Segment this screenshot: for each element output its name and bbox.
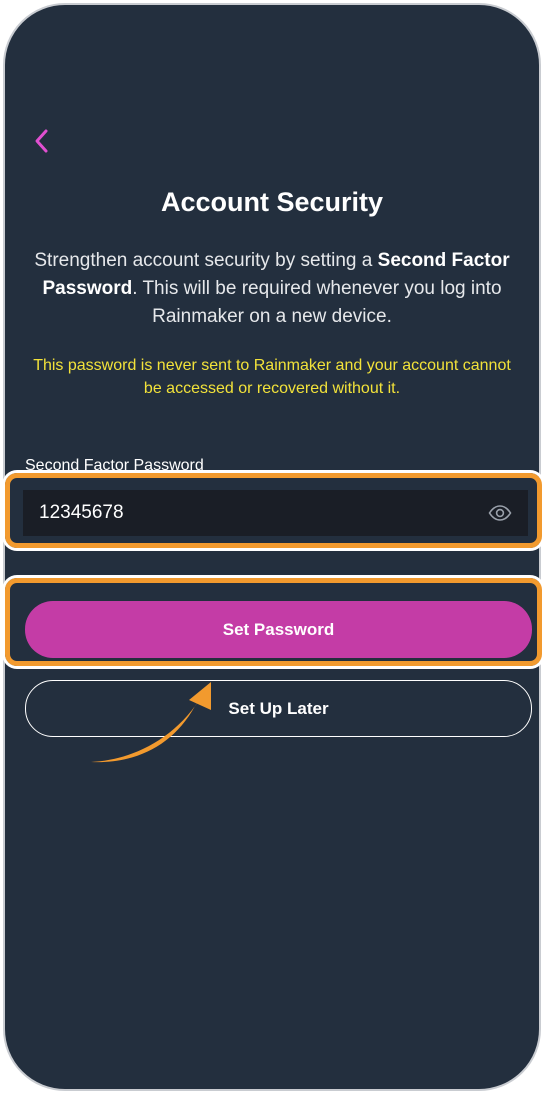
- intro-text-part-1: Strengthen account security by setting a: [34, 250, 378, 271]
- intro-text: Strengthen account security by setting a…: [29, 247, 515, 331]
- set-password-highlight: [5, 578, 542, 666]
- chevron-left-icon: [35, 129, 48, 153]
- page-title: Account Security: [160, 187, 384, 217]
- warning-text: This password is never sent to Rainmaker…: [33, 357, 511, 397]
- back-button[interactable]: [27, 123, 57, 159]
- password-input-highlight: [5, 473, 542, 548]
- pointer-arrow-icon: [91, 682, 211, 763]
- intro-text-part-2: . This will be required whenever you log…: [132, 278, 502, 327]
